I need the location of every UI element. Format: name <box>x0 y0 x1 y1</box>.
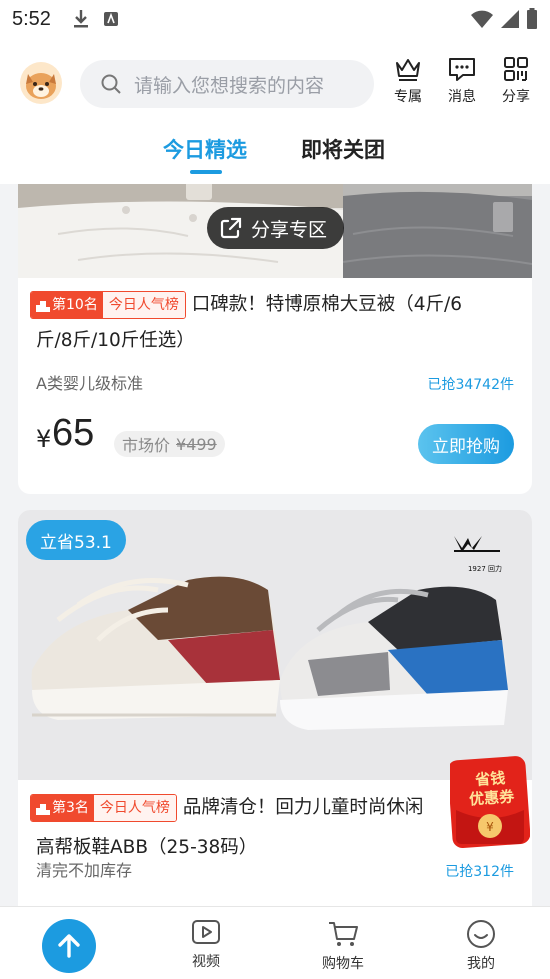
product-price: 65 <box>52 412 95 454</box>
bottom-navigation: 视频 购物车 我的 <box>0 906 550 979</box>
nav-cart[interactable]: 购物车 <box>308 919 378 973</box>
messages-button[interactable]: 消息 <box>439 56 485 106</box>
product-subtitle: A类婴儿级标准 <box>36 374 143 393</box>
share-zone-button[interactable]: 分享专区 <box>207 207 344 249</box>
rank-number: 第3名 <box>52 800 89 816</box>
search-icon <box>101 74 121 94</box>
nav-profile-label: 我的 <box>467 956 495 972</box>
wifi-icon <box>471 10 493 28</box>
share-zone-label: 分享专区 <box>251 218 328 241</box>
exclusive-label: 专属 <box>394 89 422 105</box>
app-header: 请输入您想搜索的内容 专属 消息 分享 今日精选 即将关团 <box>0 38 550 184</box>
price-currency: ¥ <box>36 425 52 453</box>
tab-today-picks[interactable]: 今日精选 <box>163 134 247 164</box>
battery-icon <box>527 8 537 29</box>
active-tab-indicator <box>190 170 222 174</box>
status-bar: 5:52 <box>0 0 550 38</box>
market-price-label: 市场价 <box>122 436 171 455</box>
rank-badge: 第10名 今日人气榜 <box>30 291 186 319</box>
brand-logo-text: 1927 回力 <box>467 565 502 573</box>
cart-icon <box>329 922 358 946</box>
share-label: 分享 <box>502 89 530 105</box>
share-button[interactable]: 分享 <box>493 56 539 106</box>
nav-profile[interactable]: 我的 <box>446 919 516 973</box>
search-input[interactable]: 请输入您想搜索的内容 <box>80 60 374 108</box>
exclusive-button[interactable]: 专属 <box>385 56 431 106</box>
savings-badge: 立省53.1 <box>26 520 126 560</box>
coupon-text: 省钱 优惠券 <box>455 768 527 811</box>
search-placeholder: 请输入您想搜索的内容 <box>134 74 325 97</box>
product-image[interactable]: 立省53.1 1927 回力 <box>18 510 532 780</box>
market-price-value: ¥499 <box>176 434 217 454</box>
avatar[interactable] <box>20 62 62 104</box>
video-icon <box>192 920 220 944</box>
nav-video-label: 视频 <box>192 954 220 970</box>
dog-mascot-icon <box>26 73 56 99</box>
profile-icon <box>467 920 495 948</box>
buy-now-button[interactable]: 立即抢购 <box>418 424 514 464</box>
coupon-widget[interactable]: ¥ 省钱 优惠券 <box>447 754 531 850</box>
product-title-line1: 口碑款！特博原棉大豆被（4斤/6 <box>191 294 462 315</box>
rank-badge: 第3名 今日人气榜 <box>30 794 177 822</box>
crown-icon <box>396 59 420 81</box>
product-title-line2[interactable]: 斤/8斤/10斤任选） <box>36 323 195 359</box>
market-price: 市场价 ¥499 <box>114 431 225 457</box>
rank-list-name: 今日人气榜 <box>93 795 176 821</box>
share-external-icon <box>220 217 242 239</box>
rank-number: 第10名 <box>52 297 98 313</box>
product-title[interactable]: 第10名 今日人气榜 口碑款！特博原棉大豆被（4斤/6 <box>30 287 462 323</box>
category-tabs: 今日精选 即将关团 <box>0 134 550 174</box>
messages-label: 消息 <box>448 89 476 105</box>
status-time: 5:52 <box>12 7 51 30</box>
product-title[interactable]: 第3名 今日人气榜 品牌清仓！回力儿童时尚休闲 <box>30 790 423 826</box>
nav-video[interactable]: 视频 <box>171 919 241 971</box>
scroll-top-button[interactable] <box>42 919 96 973</box>
message-icon <box>449 58 475 81</box>
rank-list-name: 今日人气榜 <box>102 292 185 318</box>
download-icon <box>73 10 88 28</box>
tab-closing-soon[interactable]: 即将关团 <box>301 134 385 164</box>
app-notification-icon <box>103 12 118 26</box>
product-image[interactable]: 分享专区 <box>18 184 532 278</box>
product-title-line1: 品牌清仓！回力儿童时尚休闲 <box>182 797 424 818</box>
sold-count: 已抢34742件 <box>427 377 514 393</box>
signal-icon <box>501 10 519 28</box>
qrcode-icon <box>504 57 528 81</box>
warrior-logo-icon <box>454 536 500 552</box>
svg-text:¥: ¥ <box>486 820 494 834</box>
nav-cart-label: 购物车 <box>322 956 364 972</box>
product-card[interactable]: 分享专区 第10名 今日人气榜 口碑款！特博原棉大豆被（4斤/6 斤/8斤/10… <box>18 184 532 494</box>
arrow-up-icon <box>58 934 80 958</box>
trophy-icon <box>36 301 50 312</box>
brand-logo: 1927 回力 <box>452 534 502 574</box>
trophy-icon <box>36 804 50 815</box>
sold-count: 已抢312件 <box>445 864 514 880</box>
product-subtitle: 清完不加库存 <box>36 861 133 880</box>
